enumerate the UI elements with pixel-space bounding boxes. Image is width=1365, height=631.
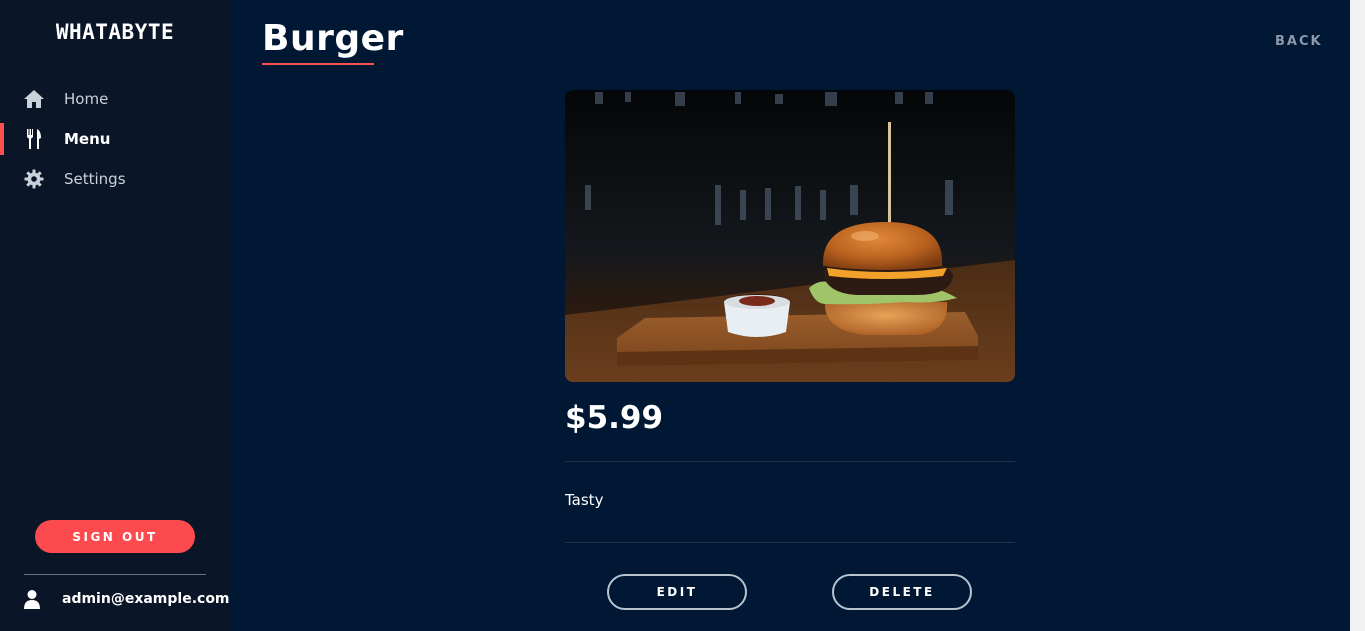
sidebar-item-home[interactable]: Home: [0, 83, 230, 115]
sidebar-item-label: Menu: [64, 130, 111, 148]
sidebar-item-label: Home: [64, 90, 109, 108]
sidebar: WHATABYTE Home Menu Settings SIGN OUT ad…: [0, 0, 230, 631]
divider: [565, 542, 1015, 543]
back-link[interactable]: BACK: [1275, 34, 1323, 49]
sign-out-button[interactable]: SIGN OUT: [35, 520, 195, 553]
sidebar-item-settings[interactable]: Settings: [0, 163, 230, 195]
item-price: $5.99: [565, 400, 664, 436]
delete-button[interactable]: DELETE: [832, 574, 972, 610]
sidebar-divider: [24, 574, 206, 575]
gear-icon: [23, 168, 45, 190]
brand-logo[interactable]: WHATABYTE: [0, 20, 230, 44]
sidebar-item-menu[interactable]: Menu: [0, 123, 230, 155]
user-email: admin@example.com: [62, 591, 230, 607]
title-underline: [262, 63, 374, 65]
home-icon: [23, 88, 45, 110]
user-icon: [22, 589, 42, 609]
page-title: Burger: [262, 18, 404, 59]
edit-button[interactable]: EDIT: [607, 574, 747, 610]
item-photo: [565, 90, 1015, 382]
scrollbar[interactable]: [1350, 0, 1365, 631]
utensils-icon: [23, 128, 45, 150]
user-profile[interactable]: admin@example.com: [22, 588, 230, 610]
item-description: Tasty: [565, 491, 604, 509]
active-indicator: [0, 123, 4, 155]
sidebar-item-label: Settings: [64, 170, 126, 188]
divider: [565, 461, 1015, 462]
app-root: WHATABYTE Home Menu Settings SIGN OUT ad…: [0, 0, 1365, 631]
